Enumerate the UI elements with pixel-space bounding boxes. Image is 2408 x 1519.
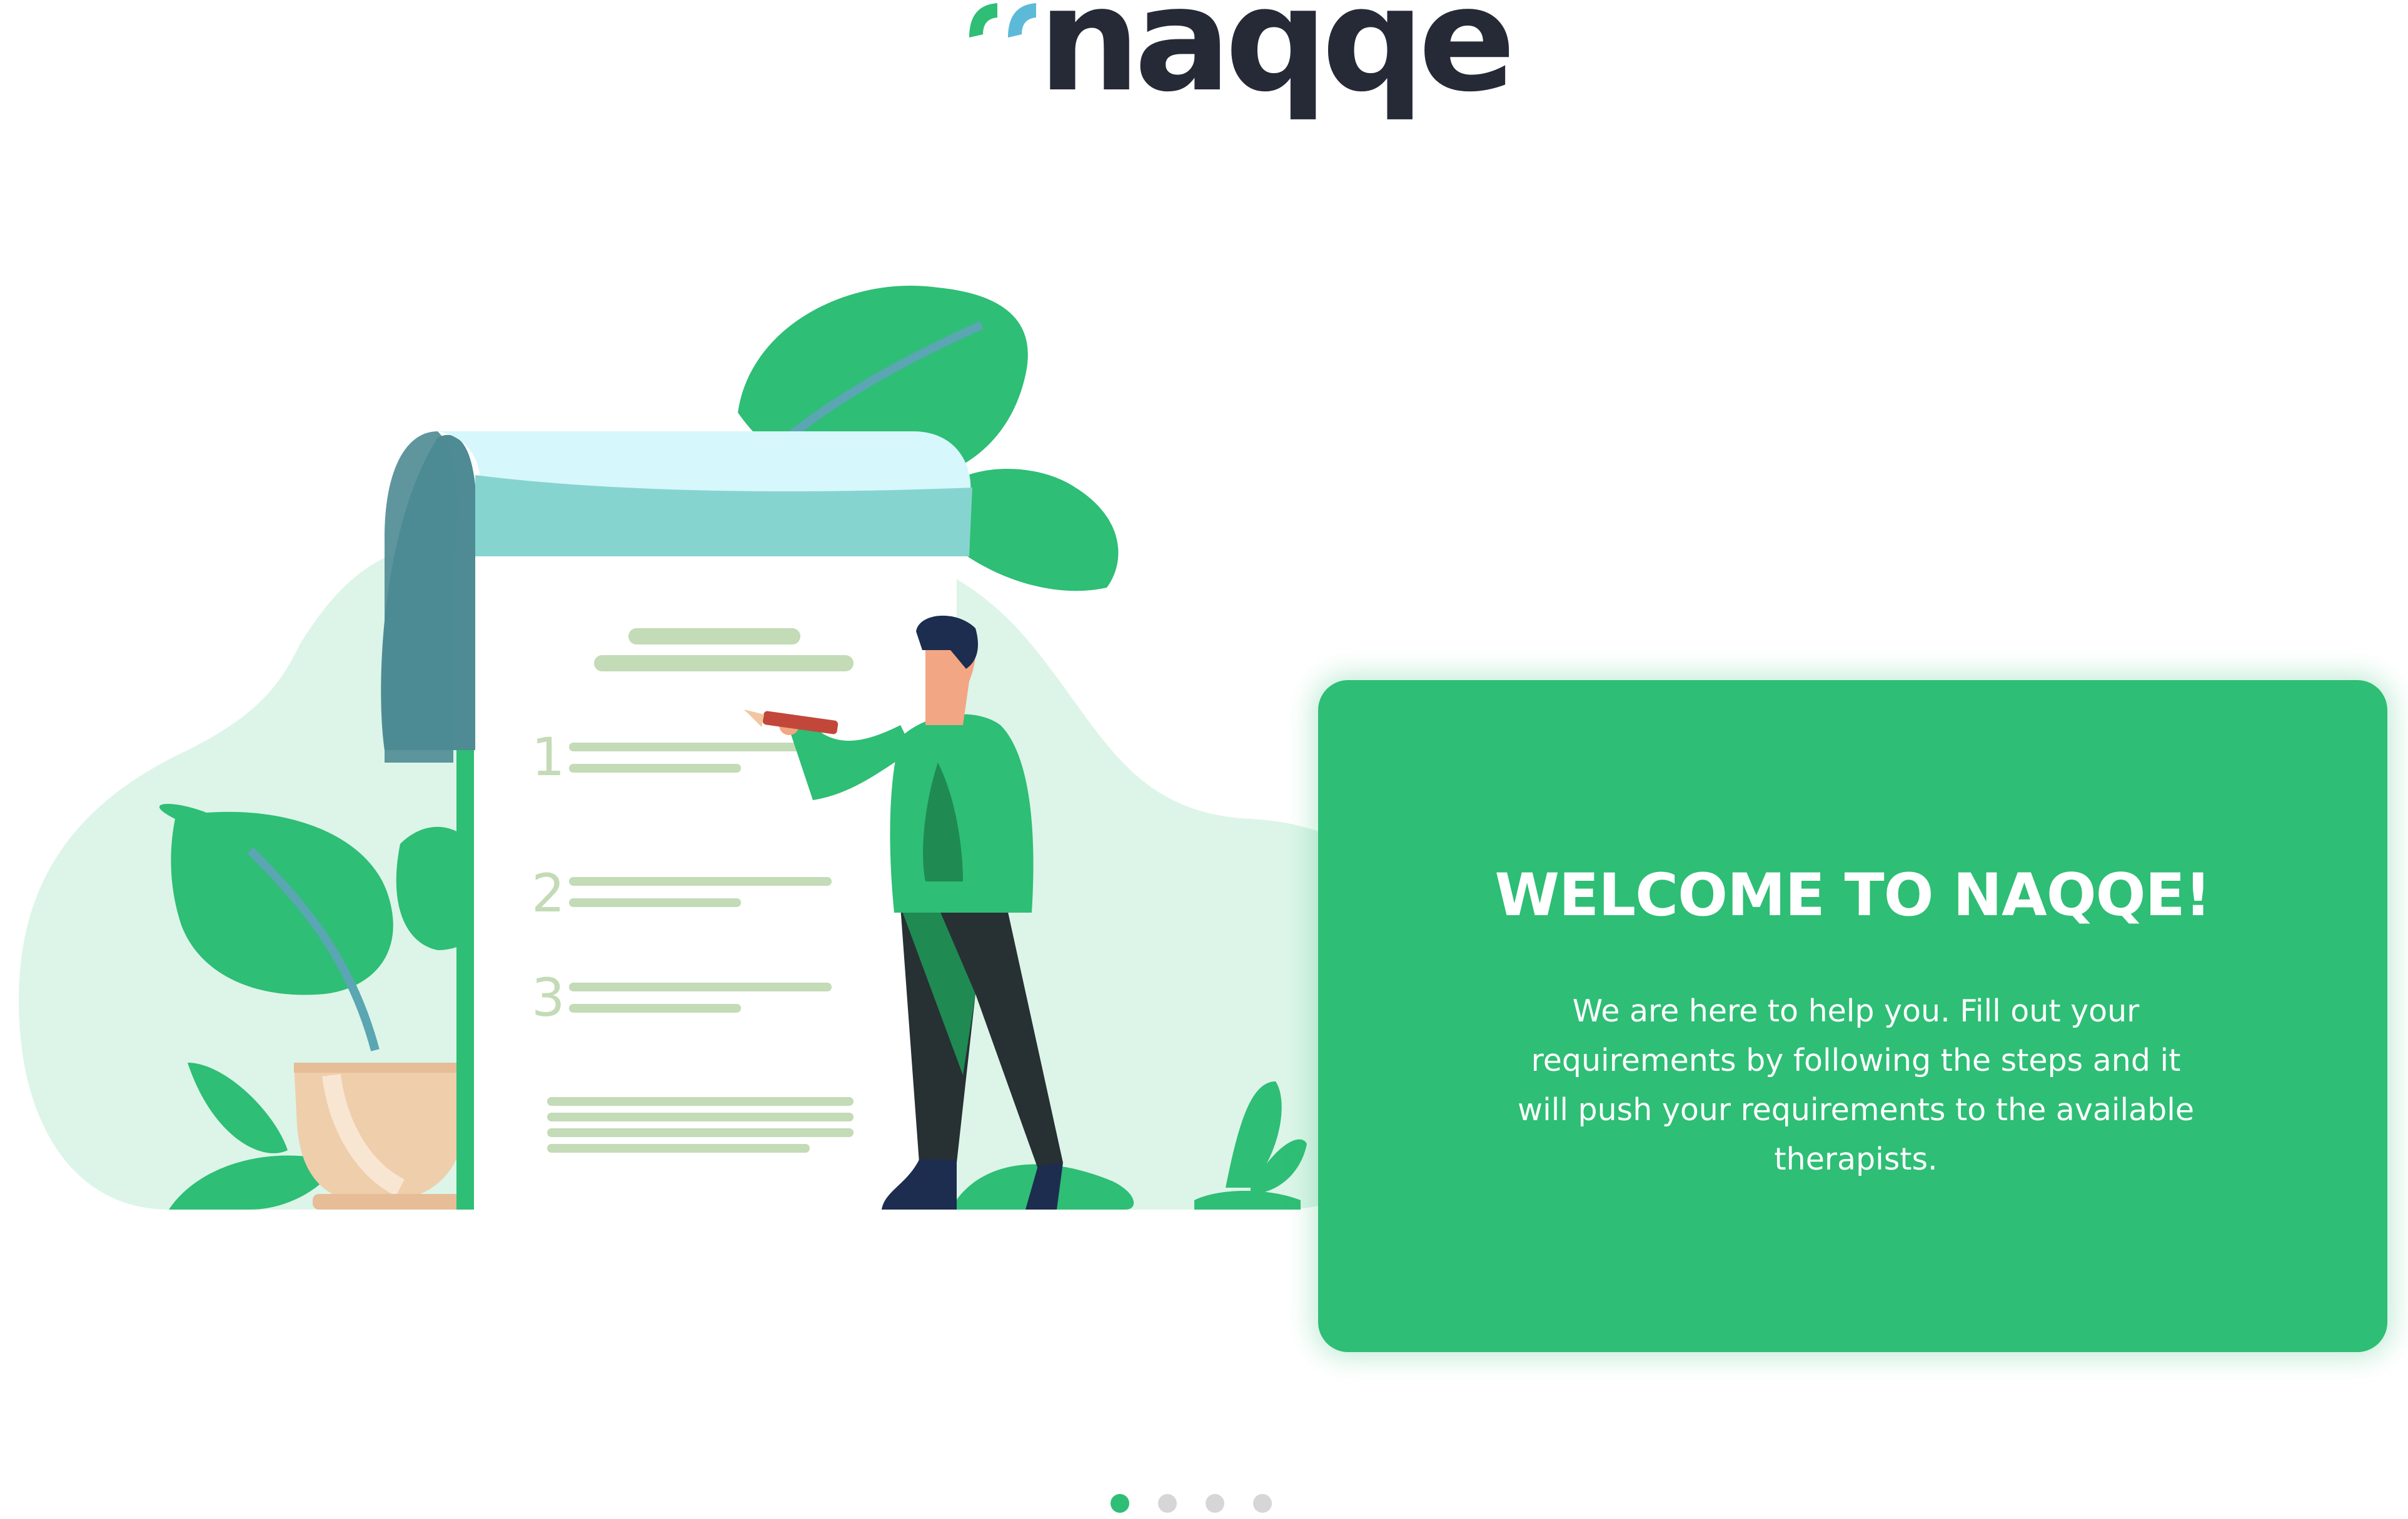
step-2-number: 2 (531, 863, 565, 924)
carousel-dot-4[interactable] (1253, 1494, 1272, 1513)
welcome-title: WELCOME TO NAQQE! (1494, 861, 2211, 930)
carousel-dot-2[interactable] (1158, 1494, 1177, 1513)
welcome-card: WELCOME TO NAQQE! We are here to help yo… (1318, 680, 2387, 1352)
carousel-dot-1[interactable] (1111, 1494, 1129, 1513)
welcome-description: We are here to help you. Fill out your r… (1518, 993, 2194, 1177)
carousel-dot-3[interactable] (1206, 1494, 1224, 1513)
checklist-illustration: 1 2 3 (19, 285, 1457, 1210)
quote-mark-icon (969, 3, 1036, 38)
step-1-number: 1 (531, 726, 565, 788)
step-3-number: 3 (531, 967, 565, 1028)
brand-wordmark: naqqe (1038, 0, 1516, 124)
carousel-pagination (1111, 1494, 1286, 1519)
brand-logo: naqqe (963, 0, 1516, 134)
